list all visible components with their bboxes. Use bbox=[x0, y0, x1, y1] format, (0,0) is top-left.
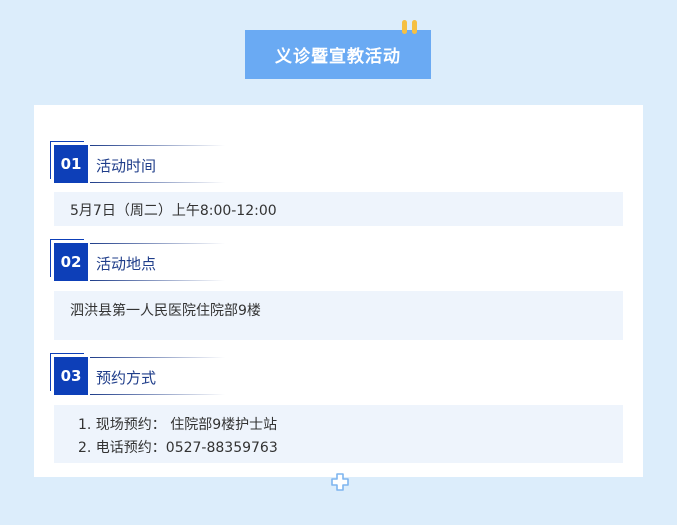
section-label: 预约方式 bbox=[96, 369, 157, 387]
title-banner: 义诊暨宣教活动 bbox=[245, 20, 431, 79]
section-number-badge: 03 bbox=[54, 357, 88, 395]
header-line-top bbox=[90, 145, 225, 146]
booking-line-onsite: 1. 现场预约： 住院部9楼护士站 bbox=[78, 417, 278, 433]
time-text: 5月7日（周二）上午8:00-12:00 bbox=[70, 203, 277, 219]
location-info-box: 泗洪县第一人民医院住院部9楼 bbox=[54, 291, 623, 340]
header-line-top bbox=[90, 357, 225, 358]
time-info-box: 5月7日（周二）上午8:00-12:00 bbox=[54, 192, 623, 226]
location-text: 泗洪县第一人民医院住院部9楼 bbox=[70, 303, 261, 319]
plus-icon bbox=[331, 473, 349, 491]
section-number-badge: 01 bbox=[54, 145, 88, 183]
page-title: 义诊暨宣教活动 bbox=[245, 30, 431, 79]
binder-clip-icon bbox=[400, 20, 422, 36]
content-card: 01 活动时间 5月7日（周二）上午8:00-12:00 02 活动地点 泗洪县… bbox=[34, 105, 643, 477]
section-header-booking: 03 预约方式 bbox=[54, 357, 234, 397]
pin-right bbox=[412, 20, 417, 34]
section-label: 活动时间 bbox=[96, 157, 157, 175]
pin-left bbox=[402, 20, 407, 34]
section-header-location: 02 活动地点 bbox=[54, 243, 234, 283]
section-header-time: 01 活动时间 bbox=[54, 145, 234, 185]
booking-line-phone: 2. 电话预约：0527-88359763 bbox=[78, 440, 278, 456]
section-number-badge: 02 bbox=[54, 243, 88, 281]
booking-info-box: 1. 现场预约： 住院部9楼护士站 2. 电话预约：0527-88359763 bbox=[54, 405, 623, 463]
section-label: 活动地点 bbox=[96, 255, 157, 273]
header-line-bottom bbox=[90, 182, 225, 183]
header-line-bottom bbox=[90, 394, 225, 395]
header-line-top bbox=[90, 243, 225, 244]
header-line-bottom bbox=[90, 280, 225, 281]
